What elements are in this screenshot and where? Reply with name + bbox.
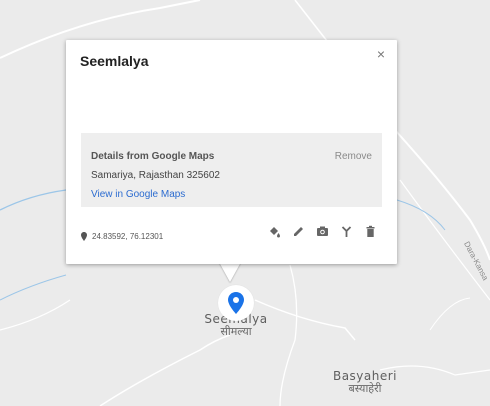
remove-button[interactable]: Remove (335, 151, 372, 162)
trash-icon[interactable] (363, 224, 377, 238)
village-label-hi: बस्याहेरी (348, 381, 382, 395)
map-pin-icon (228, 292, 244, 314)
details-panel: Details from Google Maps Remove Samariya… (81, 133, 382, 207)
details-heading: Details from Google Maps (91, 151, 215, 162)
popup-title[interactable]: Seemlalya (80, 53, 149, 69)
popup-toolbar (257, 224, 377, 238)
address-text: Samariya, Rajasthan 325602 (91, 170, 220, 181)
coordinates-text: 24.83592, 76.12301 (92, 232, 164, 241)
directions-fork-icon[interactable] (339, 224, 353, 238)
info-popup: Seemlalya × Details from Google Maps Rem… (66, 40, 397, 264)
location-marker[interactable] (218, 285, 254, 321)
close-button[interactable]: × (377, 46, 385, 62)
location-pin-icon (81, 232, 87, 241)
view-in-google-maps-link[interactable]: View in Google Maps (91, 189, 185, 200)
pencil-icon[interactable] (291, 224, 305, 238)
place-label-hi: सीमल्या (220, 324, 252, 338)
village-label-en: Basyaheri (332, 369, 398, 383)
village-label: Basyaheri बस्याहेरी (325, 370, 405, 394)
coordinates: 24.83592, 76.12301 (81, 232, 163, 241)
paint-bucket-icon[interactable] (267, 224, 281, 238)
camera-icon[interactable] (315, 224, 329, 238)
popup-tail (219, 262, 241, 282)
